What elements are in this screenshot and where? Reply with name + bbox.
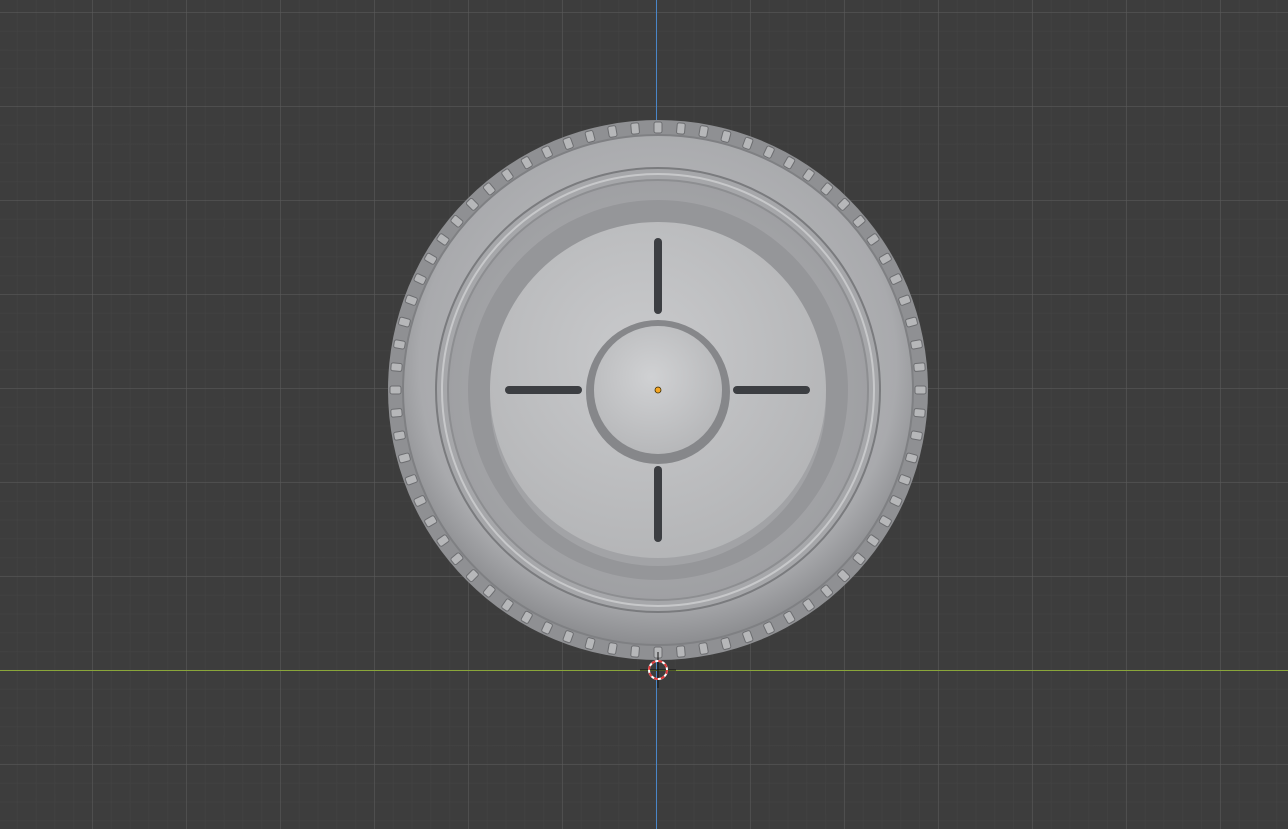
3d-viewport[interactable] [0,0,1288,829]
tread-block [390,362,403,372]
tread-block [393,339,406,350]
tread-block [676,122,686,135]
tread-block [390,408,403,418]
tread-block [910,430,923,441]
tread-block [653,121,663,134]
tread-block [913,408,926,418]
tread-block [698,125,709,138]
tread-block [910,339,923,350]
slot-left [505,386,582,394]
tread-block [630,645,640,658]
slot-top [654,238,662,314]
tread-block [914,385,927,395]
slot-bottom [654,466,662,542]
tread-block [676,645,686,658]
slot-right [733,386,810,394]
tread-block [389,385,402,395]
origin-dot [654,386,662,394]
tread-block [607,125,618,138]
tread-block [698,642,709,655]
tread-block [913,362,926,372]
wheel-object[interactable] [0,0,1288,829]
tread-block [630,122,640,135]
tread-block [393,430,406,441]
tread-block [607,642,618,655]
